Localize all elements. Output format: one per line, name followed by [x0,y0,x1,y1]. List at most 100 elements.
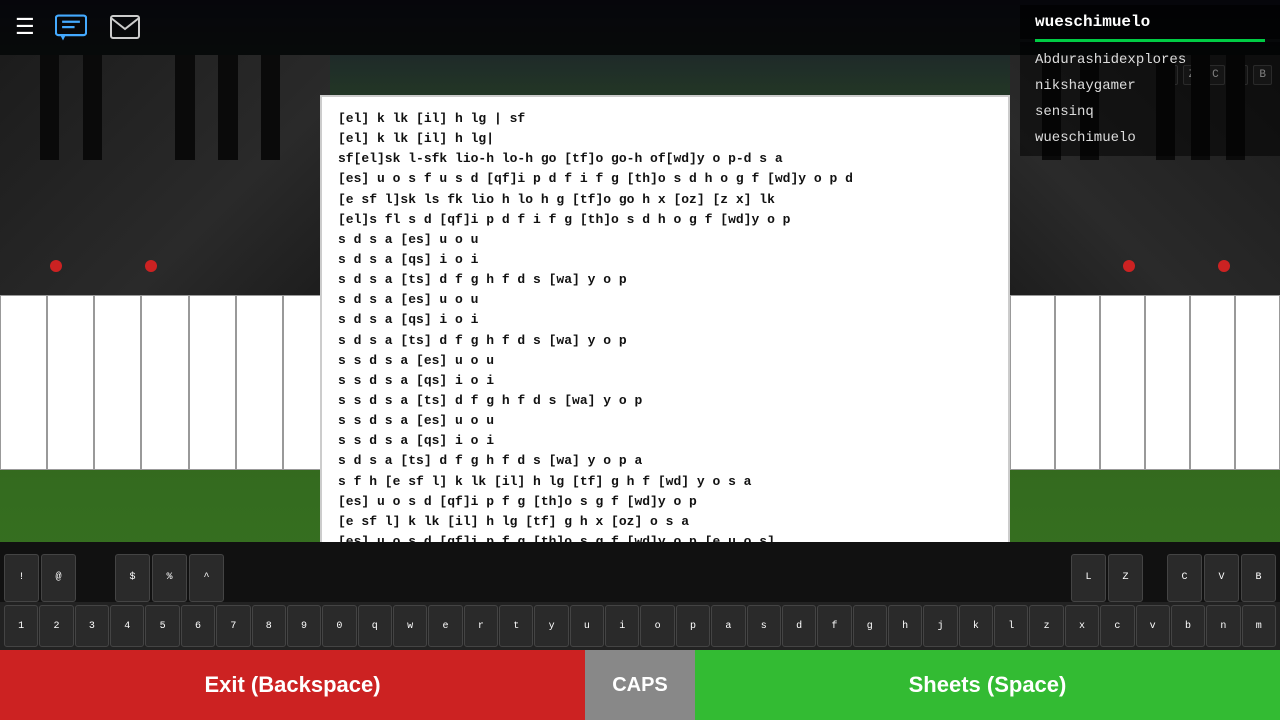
piano-left [0,55,330,470]
key-m[interactable]: m [1242,605,1276,647]
key-h[interactable]: h [888,605,922,647]
key-g[interactable]: g [853,605,887,647]
piano-white-key[interactable] [47,295,94,470]
key-j[interactable]: j [923,605,957,647]
key-V-right[interactable]: V [1204,554,1239,602]
piano-white-key[interactable] [1235,295,1280,470]
sheet-line: s d s a [qs] i o i [338,310,992,330]
key-u[interactable]: u [570,605,604,647]
key-c[interactable]: c [1100,605,1134,647]
sheet-display: [el] k lk [il] h lg | sf [el] k lk [il] … [320,95,1010,565]
key-r[interactable]: r [464,605,498,647]
red-dot-left [50,260,62,272]
key-o[interactable]: o [640,605,674,647]
key-5[interactable]: 5 [145,605,179,647]
key-v[interactable]: v [1136,605,1170,647]
sheet-line: [el]s fl s d [qf]i p d f i f g [th]o s d… [338,210,992,230]
key-b[interactable]: b [1171,605,1205,647]
key-n[interactable]: n [1206,605,1240,647]
piano-white-key[interactable] [1145,295,1190,470]
key-exclamation[interactable]: ! [4,554,39,602]
key-C-right[interactable]: C [1167,554,1202,602]
key-w[interactable]: w [393,605,427,647]
user-item[interactable]: wueschimuelo [1020,125,1280,151]
sheet-line: s s d s a [es] u o u [338,411,992,431]
sheet-line: s s d s a [qs] i o i [338,431,992,451]
chat-button[interactable] [53,12,89,44]
key-x[interactable]: x [1065,605,1099,647]
piano-black-key[interactable] [175,55,195,160]
piano-white-key[interactable] [1055,295,1100,470]
sheet-line: [e sf l] k lk [il] h lg [tf] g h x [oz] … [338,512,992,532]
key-k[interactable]: k [959,605,993,647]
piano-white-key[interactable] [189,295,236,470]
key-e[interactable]: e [428,605,462,647]
hamburger-icon[interactable]: ☰ [15,15,35,41]
key-f[interactable]: f [817,605,851,647]
sheet-line: s s d s a [qs] i o i [338,371,992,391]
piano-white-key[interactable] [236,295,283,470]
red-dot-right2 [1123,260,1135,272]
key-t[interactable]: t [499,605,533,647]
sheet-line: [es] u o s f u s d [qf]i p d f i f g [th… [338,169,992,189]
key-B-right[interactable]: B [1241,554,1276,602]
sheet-line: s d s a [qs] i o i [338,250,992,270]
sheet-line: [el] k lk [il] h lg | sf [338,109,992,129]
sheet-line: [el] k lk [il] h lg| [338,129,992,149]
sheet-line: s f h [e sf l] k lk [il] h lg [tf] g h f… [338,472,992,492]
piano-white-key[interactable] [141,295,188,470]
key-3[interactable]: 3 [75,605,109,647]
key-6[interactable]: 6 [181,605,215,647]
sheet-line: sf[el]sk l-sfk lio-h lo-h go [tf]o go-h … [338,149,992,169]
piano-white-key[interactable] [94,295,141,470]
sheet-line: s d s a [ts] d f g h f d s [wa] y o p [338,270,992,290]
key-7[interactable]: 7 [216,605,250,647]
key-2[interactable]: 2 [39,605,73,647]
key-l[interactable]: l [994,605,1028,647]
sheet-line: s d s a [es] u o u [338,230,992,250]
piano-black-key[interactable] [261,55,281,160]
key-z[interactable]: z [1029,605,1063,647]
user-item[interactable]: Abdurashidexplores [1020,47,1280,73]
bottom-buttons: Exit (Backspace) CAPS Sheets (Space) [0,650,1280,720]
piano-black-key[interactable] [40,55,60,160]
key-d[interactable]: d [782,605,816,647]
caps-button[interactable]: CAPS [585,650,695,720]
piano-white-key[interactable] [1010,295,1055,470]
user-item[interactable]: sensinq [1020,99,1280,125]
key-s[interactable]: s [747,605,781,647]
piano-black-key[interactable] [83,55,103,160]
key-p[interactable]: p [676,605,710,647]
piano-white-keys-left [0,295,330,470]
key-4[interactable]: 4 [110,605,144,647]
sheet-line: s s d s a [es] u o u [338,351,992,371]
piano-white-key[interactable] [1100,295,1145,470]
sheets-button[interactable]: Sheets (Space) [695,650,1280,720]
exit-button[interactable]: Exit (Backspace) [0,650,585,720]
users-panel: wueschimuelo Abdurashidexplores nikshayg… [1020,0,1280,200]
key-0[interactable]: 0 [322,605,356,647]
piano-white-key[interactable] [0,295,47,470]
sheet-line: s d s a [ts] d f g h f d s [wa] y o p a [338,451,992,471]
user-item[interactable]: nikshaygamer [1020,73,1280,99]
key-L[interactable]: L [1071,554,1106,602]
piano-black-key[interactable] [218,55,238,160]
key-9[interactable]: 9 [287,605,321,647]
sheet-line: [es] u o s d [qf]i p f g [th]o s g f [wd… [338,492,992,512]
key-percent[interactable]: % [152,554,187,602]
key-1[interactable]: 1 [4,605,38,647]
key-Z-right[interactable]: Z [1108,554,1143,602]
piano-white-keys-right [1010,295,1280,470]
key-y[interactable]: y [534,605,568,647]
key-dollar[interactable]: $ [115,554,150,602]
key-8[interactable]: 8 [252,605,286,647]
mail-button[interactable] [107,12,143,44]
key-caret[interactable]: ^ [189,554,224,602]
piano-white-key[interactable] [1190,295,1235,470]
key-a[interactable]: a [711,605,745,647]
key-q[interactable]: q [358,605,392,647]
key-at[interactable]: @ [41,554,76,602]
red-dot-right [1218,260,1230,272]
key-i[interactable]: i [605,605,639,647]
letter-row: 1 2 3 4 5 6 7 8 9 0 q w e r t y u i o p … [0,602,1280,650]
